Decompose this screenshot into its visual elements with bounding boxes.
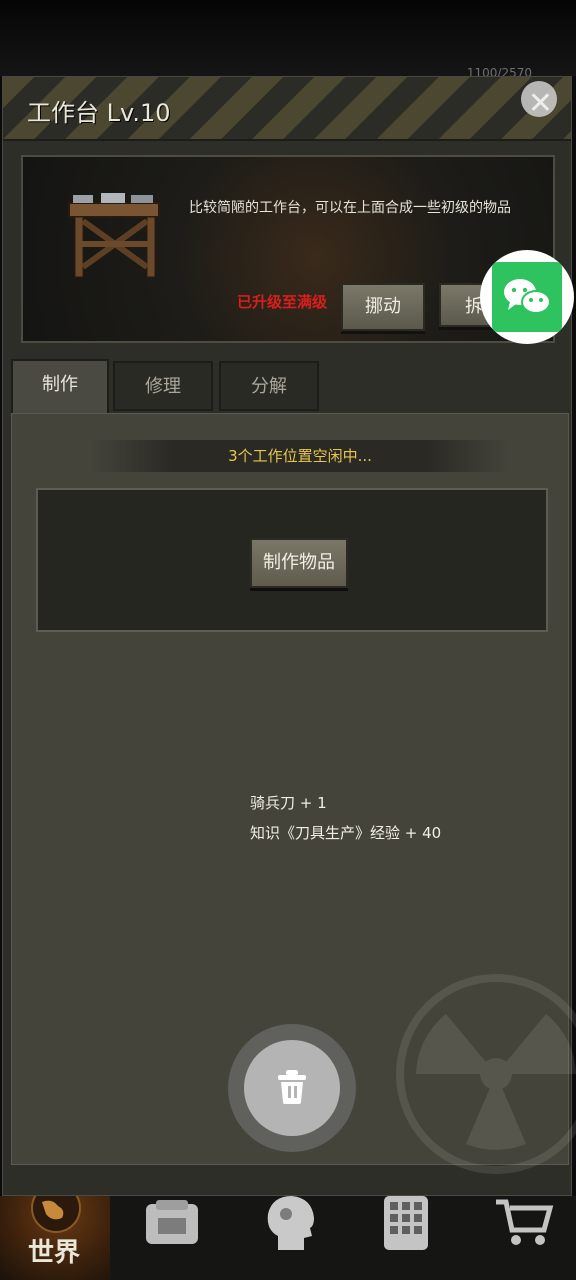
phone-icon (384, 1196, 428, 1250)
reward-knowledge: 知识《刀具生产》经验 + 40 (250, 824, 442, 842)
idle-slots-text: 3个工作位置空闲中... (90, 440, 510, 472)
nav-world-label: 世界 (28, 1238, 81, 1268)
backpack-icon (146, 1200, 198, 1244)
workbench-icon (68, 193, 160, 278)
nav-phone[interactable] (350, 1196, 460, 1280)
workbench-description: 比较简陋的工作台，可以在上面合成一些初级的物品 (189, 200, 511, 216)
wechat-icon (504, 279, 551, 314)
nav-backpack[interactable] (116, 1196, 226, 1280)
nav-world[interactable]: 世界 (0, 1196, 110, 1280)
workbench-panel: 工作台 Lv.10 ✕ 比较简陋的工作台，可以在上面合成一些初级的物品 已升级至… (2, 76, 576, 1196)
trash-icon[interactable] (276, 1070, 308, 1104)
trash-button[interactable] (228, 1024, 356, 1152)
radiation-watermark (396, 974, 576, 1174)
world-icon (31, 1196, 81, 1233)
work-slot-area: 制作物品 (36, 488, 548, 632)
nav-skills[interactable] (232, 1196, 342, 1280)
cart-icon (496, 1199, 554, 1245)
max-level-status: 已升级至满级 (237, 293, 328, 311)
bottom-nav: 世界 (0, 1196, 576, 1280)
reward-item: 骑兵刀 + 1 (250, 794, 327, 812)
craft-content: 3个工作位置空闲中... 制作物品 骑兵刀 + 1 知识《刀具生产》经验 + 4… (11, 413, 576, 1174)
head-gear-icon (267, 1196, 314, 1250)
nav-shop[interactable] (466, 1196, 576, 1280)
tab-craft[interactable]: 制作 (11, 359, 109, 413)
move-button[interactable]: 挪动 (341, 283, 425, 331)
panel-title: 工作台 Lv.10 (27, 99, 171, 127)
tab-repair[interactable]: 修理 (113, 361, 213, 411)
status-strip: 1100/2570 (0, 0, 576, 80)
make-item-button[interactable]: 制作物品 (250, 538, 348, 588)
wechat-float-button[interactable] (480, 250, 574, 344)
close-icon[interactable]: ✕ (528, 89, 553, 119)
description-box: 比较简陋的工作台，可以在上面合成一些初级的物品 已升级至满级 挪动 拆除 (21, 155, 555, 343)
tab-decompose[interactable]: 分解 (219, 361, 319, 411)
